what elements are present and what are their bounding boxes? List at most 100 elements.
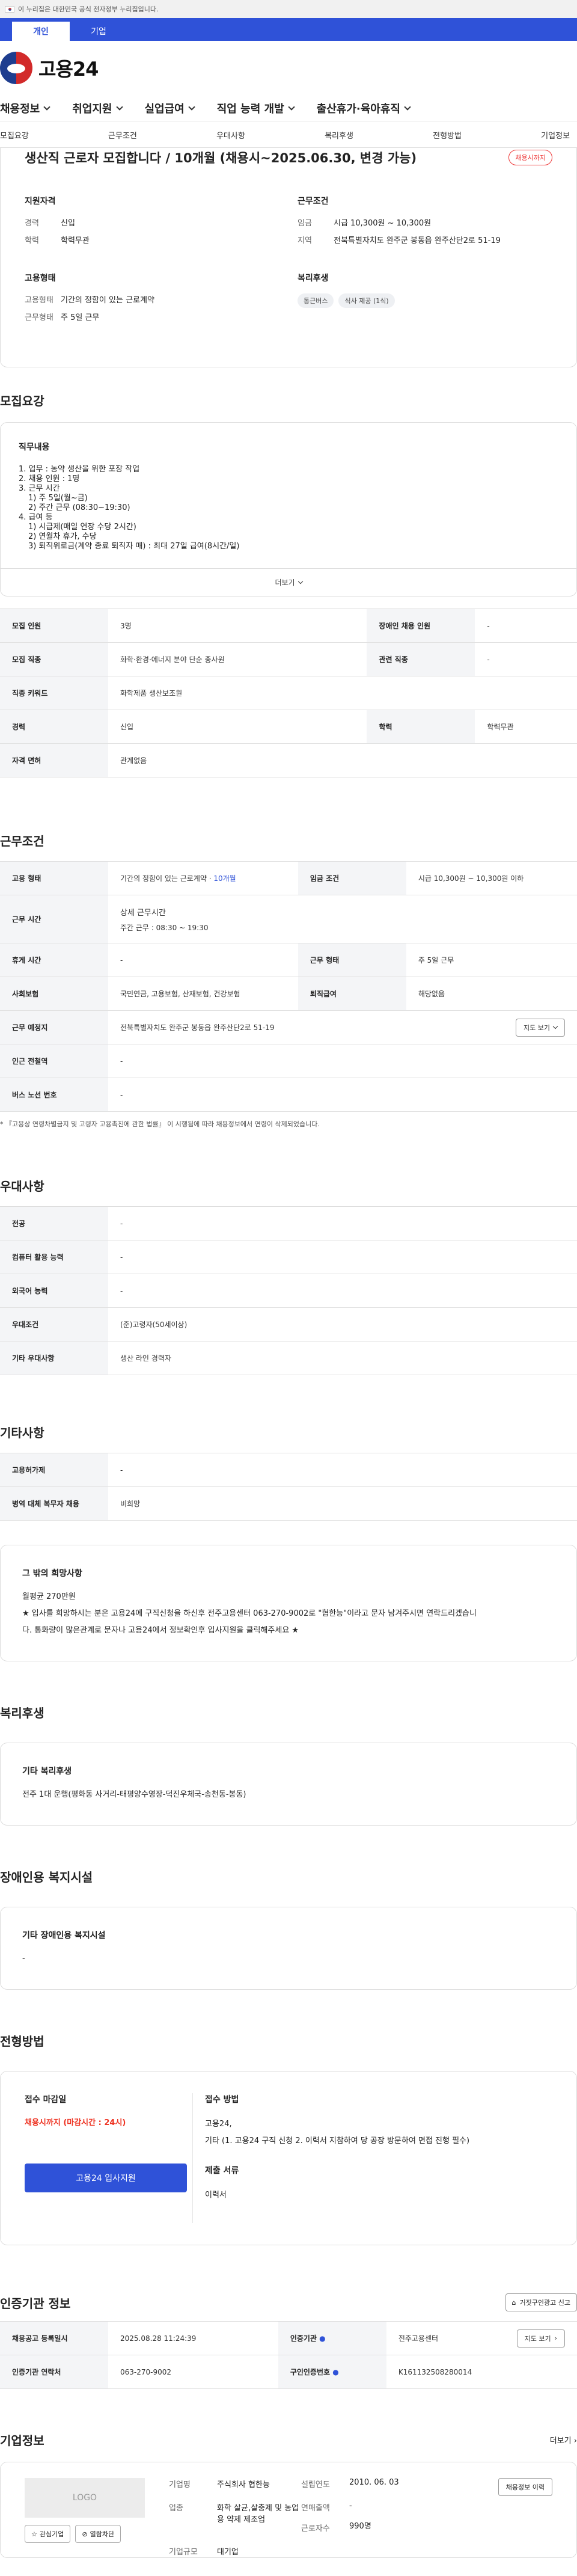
nav-item-maternity-leave[interactable]: 출산휴가·육아휴직 (316, 100, 411, 116)
kv-row: 학력 학력무관 (25, 234, 279, 245)
row-header: 인증기관 연락처 (0, 2355, 108, 2389)
row-header: 근무 형태 (298, 943, 406, 977)
nav-item-jobs[interactable]: 채용정보 (0, 100, 50, 116)
block-icon: ⊘ (82, 2530, 88, 2538)
tab-company[interactable]: 기업 (70, 22, 127, 41)
row-header: 사회보험 (0, 977, 108, 1011)
block-view-button[interactable]: ⊘ 열람차단 (75, 2525, 121, 2543)
block-label: 열람차단 (90, 2530, 115, 2538)
row-header: 버스 노선 번호 (0, 1078, 108, 1112)
detail-key-label: 근로자수 (301, 2524, 330, 2533)
tab-welfare[interactable]: 복리후생 (325, 129, 353, 141)
favorite-company-button[interactable]: ☆ 관심기업 (25, 2525, 71, 2543)
nav-item-job-skills[interactable]: 직업 능력 개발 (217, 100, 295, 116)
chevron-right-icon: › (554, 2334, 557, 2342)
tab-preference[interactable]: 우대사항 (216, 129, 245, 141)
kv-key: 임금 (298, 219, 312, 228)
agency-map-button[interactable]: 지도 보기 › (516, 2329, 565, 2348)
nav-label: 출산휴가·육아휴직 (316, 103, 400, 115)
info-icon[interactable]: ● (319, 2334, 325, 2343)
block-heading: 지원자격 (25, 197, 56, 206)
duty-line: 2) 연월차 휴가, 수당 (28, 532, 97, 541)
row-value: 063-270-9002 (108, 2355, 278, 2389)
box-heading: 기타 복리후생 (22, 1767, 72, 1776)
row-value: - (108, 1044, 577, 1078)
row-header: 장애인 채용 인원 (367, 609, 475, 643)
star-icon: ☆ (31, 2530, 37, 2538)
apply-button[interactable]: 고용24 입사지원 (25, 2164, 187, 2192)
recruit-history-button[interactable]: 채용정보 이력 (498, 2478, 552, 2496)
duty-line: 2. 채용 인원 : 1명 (19, 474, 80, 483)
box-line: ★ 입사를 희망하시는 분은 고용24에 구직신청을 하신후 전주고용센터 06… (22, 1609, 477, 1618)
disability-box: 기타 장애인용 복지시설 - (0, 1907, 577, 1990)
duty-line: 3. 근무 시간 (19, 484, 60, 493)
chevron-down-icon (404, 103, 411, 111)
recruit-table: 모집 인원 3명 장애인 채용 인원 - 모집 직종 화학·환경·에너지 분야 단순 … (0, 609, 577, 777)
nav-item-employment-support[interactable]: 취업지원 (72, 100, 123, 116)
duty-line: 1) 주 5일(월~금) (28, 494, 88, 503)
row-header: 외국어 능력 (0, 1274, 108, 1308)
tab-personal[interactable]: 개인 (12, 22, 70, 41)
tab-conditions[interactable]: 근무조건 (108, 129, 137, 141)
tab-company-info[interactable]: 기업정보 (541, 129, 570, 141)
disability-section: 장애인용 복지시설 기타 장애인용 복지시설 - (0, 1868, 577, 1990)
row-header-label: 구인인증번호 (290, 2368, 331, 2376)
nav-label: 취업지원 (72, 103, 112, 115)
tab-selection[interactable]: 전형방법 (433, 129, 462, 141)
etc-table: 고용허가제 - 병역 대체 복무자 채용 비희망 (0, 1453, 577, 1521)
more-button[interactable]: 더보기 (1, 568, 576, 596)
row-value: 주 5일 근무 (406, 943, 577, 977)
welfare-chip: 식사 제공 (1식) (338, 293, 395, 308)
section-title: 우대사항 (0, 1179, 44, 1194)
top-tabbar: 개인 기업 (0, 18, 577, 41)
row-header: 임금 조건 (298, 861, 406, 895)
welfare-chip: 통근버스 (298, 293, 334, 308)
kv-row: 지역 전북특별자치도 완주군 봉동읍 완주산단2로 51-19 (298, 234, 552, 245)
section-title: 근무조건 (0, 834, 44, 848)
section-title: 장애인용 복지시설 (0, 1870, 93, 1884)
nav-item-unemployment-benefit[interactable]: 실업급여 (145, 100, 195, 116)
row-value: - (108, 1240, 577, 1274)
company-more-link[interactable]: 더보기 › (550, 2434, 577, 2446)
gov-banner-text: 이 누리집은 대한민국 공식 전자정부 누리집입니다. (18, 5, 159, 13)
selection-section: 전형방법 접수 마감일 채용시까지 (마감시간 : 24시) 고용24 입사지원… (0, 2032, 577, 2245)
map-view-label: 지도 보기 (524, 1023, 550, 1032)
favorite-label: 관심기업 (39, 2530, 64, 2538)
tab-recruit[interactable]: 모집요강 (0, 129, 29, 141)
row-header: 관련 직종 (367, 642, 475, 676)
agency-section: 인증기관 정보 ⌂ 거짓구인광고 신고 채용공고 등록일시 2025.08.28 1… (0, 2293, 577, 2389)
info-icon[interactable]: ● (332, 2368, 338, 2376)
kv-value: 전북특별자치도 완주군 봉동읍 완주산단2로 51-19 (334, 236, 501, 245)
kv-value: 기간의 정함이 있는 근로계약 (61, 296, 154, 305)
table-row: 휴게 시간 - 근무 형태 주 5일 근무 (0, 943, 577, 977)
report-false-ad-button[interactable]: ⌂ 거짓구인광고 신고 (505, 2293, 577, 2311)
box-line: 월평균 270만원 (22, 1592, 76, 1601)
nav-label: 채용정보 (0, 103, 40, 115)
method-line: 기타 (1. 고용24 구직 신청 2. 이력서 지참하여 당 공장 방문하여 … (205, 2136, 470, 2145)
duty-heading: 직무내용 (19, 443, 50, 452)
kv-value: 시급 10,300원 ~ 10,300원 (334, 219, 432, 228)
work-section: 근무조건 고용 형태 기간의 정함이 있는 근로계약 · 10개월 임금 조건 … (0, 832, 577, 1129)
map-view-button[interactable]: 지도 보기 (516, 1018, 565, 1037)
row-value: 국민연금, 고용보험, 산재보험, 건강보험 (108, 977, 298, 1011)
row-header: 채용공고 등록일시 (0, 2321, 108, 2355)
duty-box: 직무내용 1. 업무 : 농약 생산을 위한 포장 작업 2. 채용 인원 : … (0, 422, 577, 596)
site-logo[interactable]: 고용24 (0, 41, 577, 95)
table-row: 인증기관 연락처 063-270-9002 구인인증번호 ● K161132508… (0, 2355, 577, 2389)
table-row: 모집 인원 3명 장애인 채용 인원 - (0, 609, 577, 643)
row-header: 인증기관 ● (278, 2321, 386, 2355)
preference-section: 우대사항 전공 - 컴퓨터 활용 능력 - 외국어 능력 - 우대조건 (준)고령자(5… (0, 1177, 577, 1375)
table-row: 사회보험 국민연금, 고용보험, 산재보험, 건강보험 퇴직급여 해당없음 (0, 977, 577, 1011)
table-row: 경력 신입 학력 학력무관 (0, 710, 577, 744)
row-header: 기타 우대사항 (0, 1341, 108, 1375)
row-value: - (108, 1274, 577, 1308)
row-value: 전북특별자치도 완주군 봉동읍 완주산단2로 51-19 지도 보기 (108, 1010, 577, 1044)
detail-value: 대기업 (217, 2548, 239, 2557)
row-value: - (475, 642, 577, 676)
box-text: 전주 1대 운행(평화동 사거리-태평양수영장-덕진우체국-송천동-봉동) (22, 1790, 246, 1799)
detail-value-text: - (349, 2501, 352, 2510)
kv-row: 임금 시급 10,300원 ~ 10,300원 (298, 216, 552, 228)
row-value: 시급 10,300원 ~ 10,300원 이하 (406, 861, 577, 895)
table-row: 버스 노선 번호 - (0, 1078, 577, 1112)
row-header: 자격 면허 (0, 743, 108, 777)
